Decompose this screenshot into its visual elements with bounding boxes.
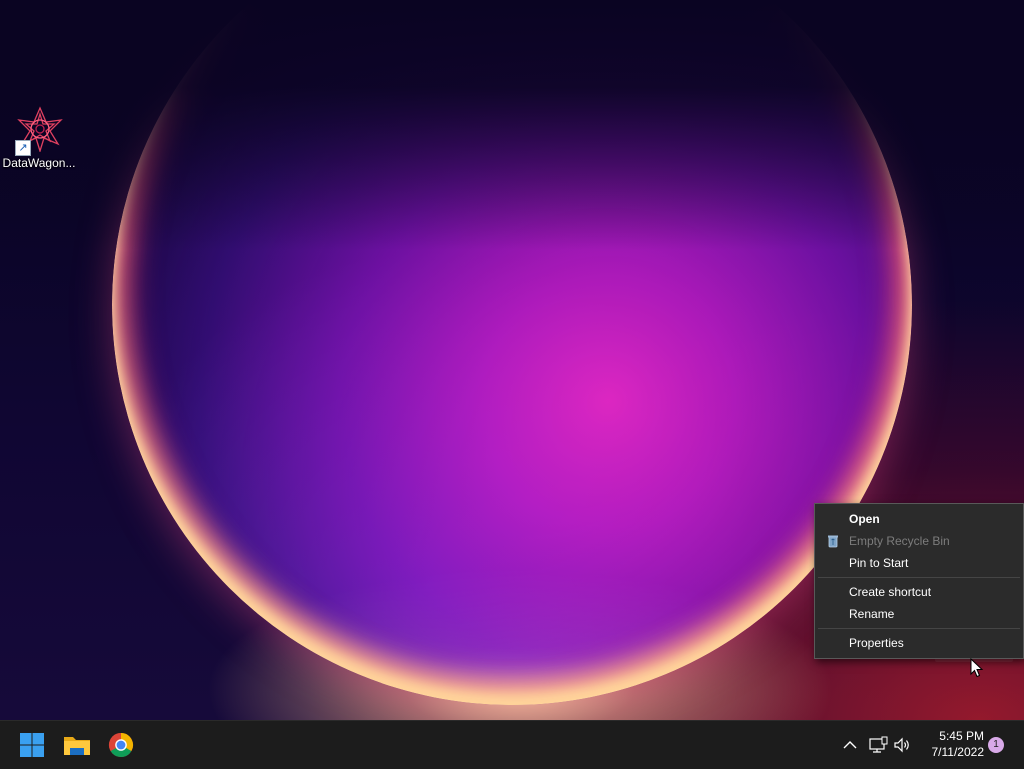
folder-icon[interactable] xyxy=(61,729,93,761)
menu-item-label: Properties xyxy=(849,636,904,650)
menu-item-label: Pin to Start xyxy=(849,556,909,570)
taskbar: 5:45 PM 7/11/2022 1 xyxy=(0,720,1024,769)
notification-badge[interactable]: 1 xyxy=(988,737,1004,753)
chevron-up-icon[interactable] xyxy=(841,736,859,754)
windows-logo-icon[interactable] xyxy=(16,729,48,761)
shortcut-arrow-icon: ↗ xyxy=(15,140,31,156)
menu-item-empty-recycle-bin[interactable]: Empty Recycle Bin xyxy=(815,530,1023,552)
clock-time: 5:45 PM xyxy=(939,729,984,743)
menu-item-rename[interactable]: Rename xyxy=(815,603,1023,625)
menu-item-properties[interactable]: Properties xyxy=(815,632,1023,654)
desktop-icon-label: DataWagon... xyxy=(2,156,76,170)
mouse-cursor-icon xyxy=(970,658,984,678)
menu-item-pin-to-start[interactable]: Pin to Start xyxy=(815,552,1023,574)
network-icon[interactable] xyxy=(868,735,888,755)
menu-item-label: Open xyxy=(849,512,880,526)
desktop[interactable]: ↗ DataWagon... Open Empty Recycle Bin Pi… xyxy=(0,0,1024,720)
menu-separator xyxy=(818,577,1020,578)
menu-item-label: Rename xyxy=(849,607,895,621)
desktop-icon-datawagon[interactable]: ↗ DataWagon... xyxy=(2,104,76,176)
menu-item-label: Empty Recycle Bin xyxy=(849,534,950,548)
chrome-icon[interactable] xyxy=(105,729,137,761)
clock[interactable]: 5:45 PM 7/11/2022 xyxy=(914,728,985,760)
menu-separator xyxy=(818,628,1020,629)
menu-item-create-shortcut[interactable]: Create shortcut xyxy=(815,581,1023,603)
volume-icon[interactable] xyxy=(892,735,912,755)
menu-item-open[interactable]: Open xyxy=(815,508,1023,530)
recycle-bin-icon xyxy=(828,535,838,548)
clock-date: 7/11/2022 xyxy=(931,745,985,759)
menu-item-label: Create shortcut xyxy=(849,585,932,599)
wallpaper-shade xyxy=(0,0,1024,250)
context-menu: Open Empty Recycle Bin Pin to Start Crea… xyxy=(814,503,1024,659)
